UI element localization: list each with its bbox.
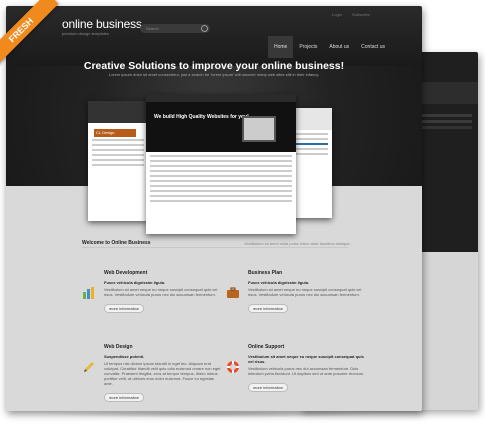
service-title: Business Plan: [248, 270, 283, 276]
welcome-note: Vestibulum sit amet nulla porta lorem an…: [244, 241, 351, 246]
service-heading: Fusce vehicula dignissim ligula.: [248, 280, 310, 285]
background-page-text: [422, 114, 472, 117]
nav-about[interactable]: About us: [323, 36, 355, 58]
top-link-subscribe[interactable]: Subscribe: [352, 12, 370, 17]
service-body: Ut tempus nisi dictum ipsum blandit in e…: [104, 361, 221, 386]
search-input[interactable]: Search: [140, 24, 210, 33]
nav-contact[interactable]: Contact us: [355, 36, 391, 58]
service-title: Web Development: [104, 270, 148, 276]
service-heading: Suspendisse potenti.: [104, 354, 145, 359]
background-page-content: [418, 252, 478, 410]
hero-subtitle: Lorem ipsum dolor sit amet consectetur, …: [108, 72, 320, 77]
welcome-title: Welcome to Online Business: [82, 240, 151, 246]
top-link-login[interactable]: Login: [332, 12, 342, 17]
screenshot-left-header: [88, 101, 148, 123]
more-info-button[interactable]: more information: [248, 383, 289, 392]
background-page-nav: [418, 82, 478, 104]
service-heading: Vestibulum sit amet neque eu neque susci…: [248, 354, 364, 364]
briefcase-icon: [227, 287, 239, 298]
divider: [82, 247, 348, 248]
service-body: Vestibulum sit amet neque eu neque susci…: [104, 287, 218, 297]
screenshot-main: We build High Quality Websites for you!: [146, 94, 296, 234]
nav-projects[interactable]: Projects: [293, 36, 323, 58]
service-web-development: Web Development Fusce vehicula dignissim…: [104, 270, 224, 315]
service-online-support: Online Support Vestibulum sit amet neque…: [248, 344, 368, 394]
site-logo[interactable]: online business: [62, 17, 142, 31]
screenshot-left: CL Design: [88, 101, 148, 221]
main-nav: Home Projects About us Contact us: [268, 36, 391, 58]
screenshot-main-headline: We build High Quality Websites for you!: [154, 114, 249, 120]
search-icon[interactable]: [201, 25, 208, 32]
service-title: Online Support: [248, 344, 285, 350]
search-placeholder: Search: [146, 26, 159, 31]
service-body: Vestibulum sit amet neque eu neque susci…: [248, 287, 362, 297]
monitor-icon: [242, 116, 276, 142]
site-tagline: premium design templates: [62, 31, 109, 36]
service-web-design: Web Design Suspendisse potenti. Ut tempu…: [104, 344, 224, 404]
service-body: Vestibulum vehicula purus nec dui accums…: [248, 366, 365, 376]
screenshot-right: [292, 108, 332, 218]
service-business-plan: Business Plan Fusce vehicula dignissim l…: [248, 270, 368, 315]
bar-chart-icon: [83, 287, 94, 299]
page-shadow: [40, 410, 380, 418]
pencil-icon: [84, 362, 94, 372]
template-preview-page: online business premium design templates…: [6, 6, 422, 411]
screenshot-left-title: CL Design: [94, 129, 136, 137]
service-heading: Fusce vehicula dignissim ligula.: [104, 280, 166, 285]
more-info-button[interactable]: more information: [104, 304, 145, 313]
nav-home[interactable]: Home: [268, 36, 294, 58]
lifebuoy-icon: [227, 361, 239, 373]
more-info-button[interactable]: more information: [104, 393, 145, 402]
site-header: online business premium design templates…: [6, 6, 422, 66]
hero-title: Creative Solutions to improve your onlin…: [83, 60, 345, 72]
more-info-button[interactable]: more information: [248, 304, 289, 313]
service-title: Web Design: [104, 344, 133, 350]
